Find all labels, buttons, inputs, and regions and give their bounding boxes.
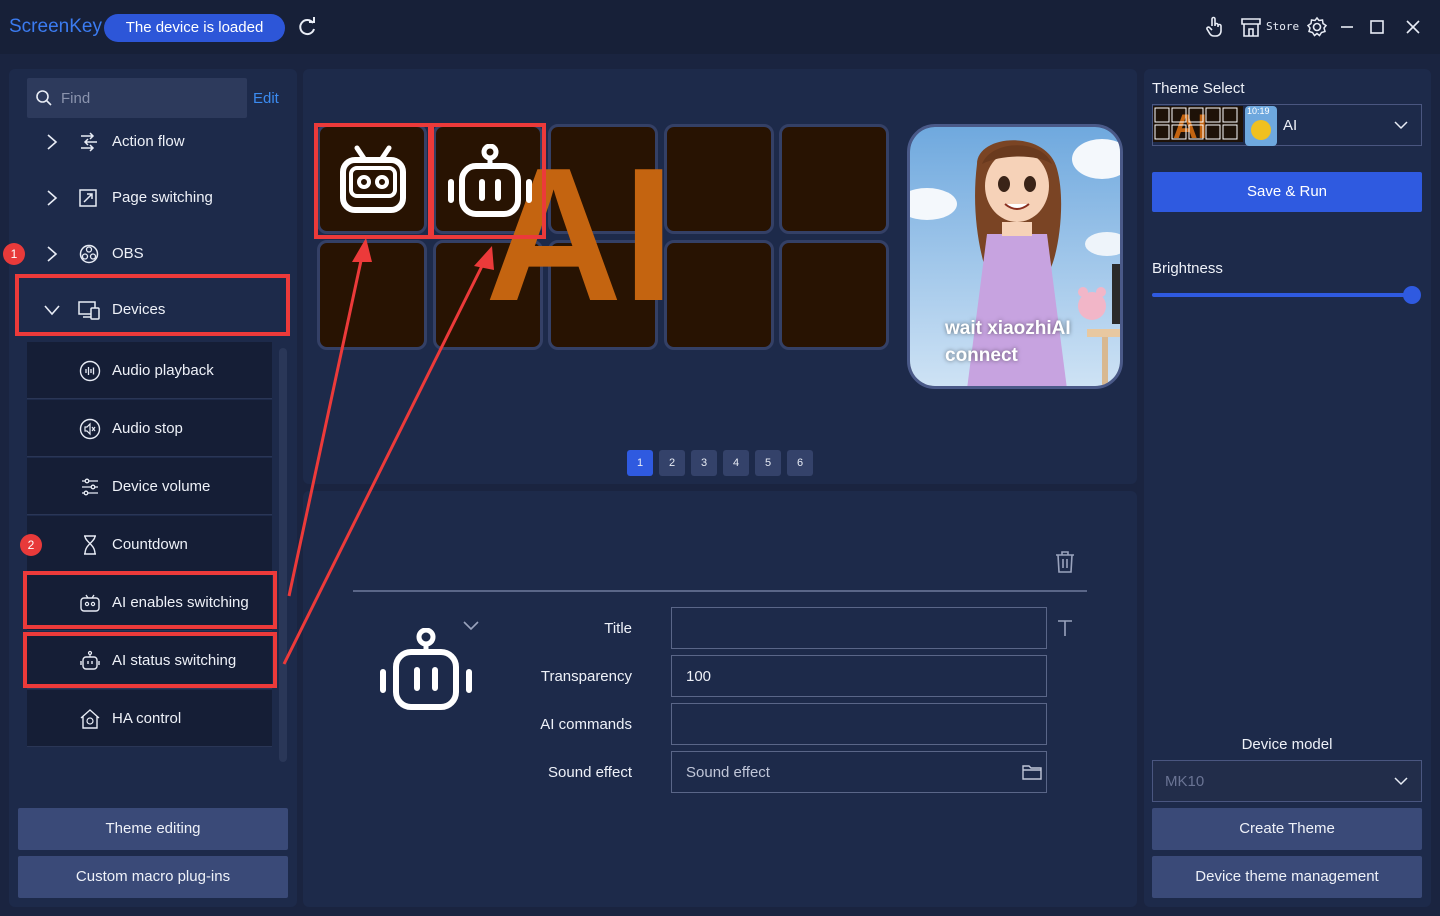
search-input[interactable]: [61, 88, 241, 108]
tree-item-action-flow[interactable]: Action flow: [14, 114, 282, 170]
touch-icon[interactable]: [1204, 16, 1226, 38]
brightness-slider-track[interactable]: [1152, 293, 1412, 297]
refresh-icon[interactable]: [296, 16, 318, 38]
search-box: [27, 78, 247, 118]
folder-icon[interactable]: [1022, 764, 1042, 780]
page-button-3[interactable]: 3: [691, 450, 717, 476]
sidebar-scrollbar[interactable]: [279, 348, 287, 762]
create-theme-button[interactable]: Create Theme: [1152, 808, 1422, 850]
app-logo: ScreenKey: [9, 16, 102, 37]
store-label[interactable]: Store: [1266, 20, 1299, 33]
tree-item-label: Page switching: [112, 189, 213, 206]
step-badge-2: 2: [20, 534, 42, 556]
tree-item-label: OBS: [112, 245, 144, 262]
device-model-label: Device model: [1241, 736, 1333, 753]
flow-icon: [81, 132, 97, 152]
device-item-device-volume[interactable]: Device volume: [27, 458, 272, 515]
device-item-label: Countdown: [112, 536, 188, 553]
transparency-input[interactable]: [671, 655, 1047, 697]
audio-stop-icon: [79, 418, 101, 440]
page-button-2[interactable]: 2: [659, 450, 685, 476]
device-item-label: Device volume: [112, 478, 211, 495]
svg-text:AI: AI: [1173, 108, 1207, 146]
device-item-audio-stop[interactable]: Audio stop: [27, 400, 272, 457]
obs-icon: [79, 244, 99, 264]
title-input[interactable]: [671, 607, 1047, 649]
transparency-label: Transparency: [540, 668, 632, 685]
device-model-value: MK10: [1165, 773, 1205, 790]
big-key-caption: wait xiaozhiAI connect: [945, 318, 1071, 366]
hourglass-icon: [84, 535, 96, 555]
theme-select-value: AI: [1283, 117, 1298, 134]
chevron-right-icon: [47, 246, 58, 262]
audio-playback-icon: [79, 360, 101, 382]
device-model-select[interactable]: MK10: [1152, 760, 1422, 802]
highlight-devices: [15, 274, 290, 336]
device-item-audio-playback[interactable]: Audio playback: [27, 342, 272, 399]
page-switch-icon: [79, 189, 97, 207]
tree-item-label: Action flow: [112, 133, 185, 150]
edit-link[interactable]: Edit: [253, 90, 279, 107]
title-bar: ScreenKey The device is loaded Store: [0, 0, 1440, 54]
search-icon: [36, 90, 52, 106]
chevron-down-icon: [1394, 121, 1408, 130]
sound-effect-input[interactable]: [671, 751, 1047, 793]
device-item-label: Audio stop: [112, 420, 183, 437]
device-item-ha-control[interactable]: HA control: [27, 690, 272, 747]
trash-icon[interactable]: [1054, 550, 1076, 574]
close-icon[interactable]: [1402, 16, 1424, 38]
chevron-down-icon: [1394, 777, 1408, 786]
key-10[interactable]: [664, 240, 774, 350]
maximize-icon[interactable]: [1366, 16, 1388, 38]
ai-commands-label: AI commands: [540, 716, 632, 733]
volume-sliders-icon: [82, 478, 98, 496]
theme-select-dropdown[interactable]: AI 10:19 AI: [1152, 104, 1422, 146]
highlight-ai-status: [23, 632, 277, 688]
highlight-key-2: [430, 123, 546, 239]
page-button-4[interactable]: 4: [723, 450, 749, 476]
sound-effect-label: Sound effect: [548, 764, 632, 781]
theme-thumbnail-time: 10:19: [1247, 106, 1270, 116]
device-item-countdown[interactable]: Countdown: [27, 516, 272, 573]
editor-divider: [353, 590, 1087, 592]
gear-icon[interactable]: [1306, 16, 1328, 38]
chevron-right-icon: [47, 190, 58, 206]
big-key-display[interactable]: wait xiaozhiAI connect: [907, 124, 1123, 389]
title-label: Title: [604, 620, 632, 637]
tree-item-page-switching[interactable]: Page switching: [14, 170, 282, 226]
theme-select-label: Theme Select: [1152, 80, 1245, 97]
device-theme-management-button[interactable]: Device theme management: [1152, 856, 1422, 898]
device-item-label: HA control: [112, 710, 182, 727]
home-gear-icon: [80, 709, 100, 729]
text-format-icon[interactable]: [1056, 618, 1074, 638]
store-icon[interactable]: [1240, 16, 1262, 38]
key-11[interactable]: [779, 240, 889, 350]
key-4[interactable]: [664, 124, 774, 234]
device-item-label: Audio playback: [112, 362, 214, 379]
theme-editing-button[interactable]: Theme editing: [18, 808, 288, 850]
brightness-label: Brightness: [1152, 260, 1223, 277]
device-status-badge[interactable]: The device is loaded: [104, 14, 285, 42]
chevron-down-icon[interactable]: [462, 619, 480, 633]
step-badge-1: 1: [3, 243, 25, 265]
save-run-button[interactable]: Save & Run: [1152, 172, 1422, 212]
selected-key-robot-icon[interactable]: [378, 628, 474, 712]
page-button-1[interactable]: 1: [627, 450, 653, 476]
chevron-right-icon: [47, 134, 58, 150]
ai-commands-input[interactable]: [671, 703, 1047, 745]
key-5[interactable]: [779, 124, 889, 234]
key-7[interactable]: [317, 240, 427, 350]
minimize-icon[interactable]: [1336, 16, 1358, 38]
brightness-slider-thumb[interactable]: [1403, 286, 1421, 304]
page-button-6[interactable]: 6: [787, 450, 813, 476]
highlight-ai-enables: [23, 571, 277, 629]
custom-macro-button[interactable]: Custom macro plug-ins: [18, 856, 288, 898]
page-button-5[interactable]: 5: [755, 450, 781, 476]
highlight-key-1: [314, 123, 432, 239]
